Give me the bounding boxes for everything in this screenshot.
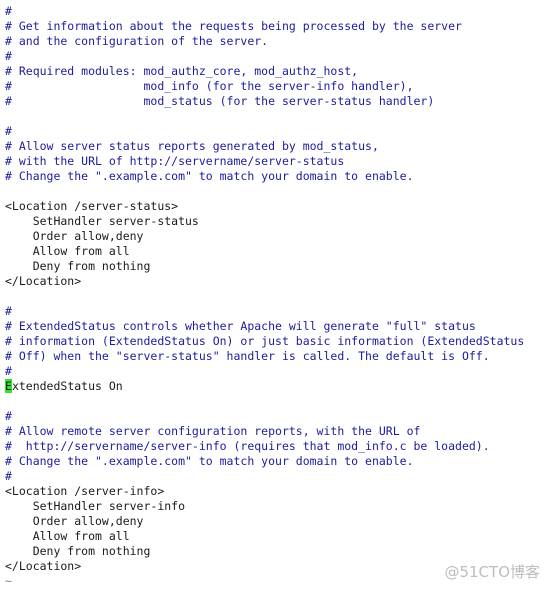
comment-line: # — [5, 409, 12, 423]
comment-line: # and the configuration of the server. — [5, 34, 269, 48]
code-line: Allow from all — [5, 244, 130, 258]
comment-line: # — [5, 49, 12, 63]
comment-line: # Off) when the "server-status" handler … — [5, 349, 490, 363]
code-line: SetHandler server-info — [5, 499, 186, 513]
code-line: Deny from nothing — [5, 259, 151, 273]
comment-line: # — [5, 304, 12, 318]
comment-line: # — [5, 364, 12, 378]
comment-line: # mod_status (for the server-status hand… — [5, 94, 435, 108]
code-line: Order allow,deny — [5, 229, 144, 243]
comment-line: # Allow remote server configuration repo… — [5, 424, 421, 438]
watermark: @51CTO博客 — [444, 563, 540, 581]
line-text: xtendedStatus On — [11, 379, 123, 393]
comment-line: # Required modules: mod_authz_core, mod_… — [5, 64, 359, 78]
comment-line: # — [5, 124, 12, 138]
code-line: Deny from nothing — [5, 544, 151, 558]
text-cursor: E — [5, 379, 12, 393]
comment-line: # — [5, 469, 12, 483]
code-line: ExtendedStatus On — [5, 379, 524, 394]
comment-line: # Allow server status reports generated … — [5, 139, 379, 153]
comment-line: # Change the ".example.com" to match you… — [5, 169, 414, 183]
comment-line: # mod_info (for the server-info handler)… — [5, 79, 414, 93]
code-line: SetHandler server-status — [5, 214, 199, 228]
comment-line: # — [5, 4, 12, 18]
code-line: <Location /server-info> — [5, 484, 165, 498]
code-line: Order allow,deny — [5, 514, 144, 528]
comment-line: # Get information about the requests bei… — [5, 19, 462, 33]
text-editor[interactable]: # # Get information about the requests be… — [5, 4, 524, 589]
code-line: <Location /server-status> — [5, 199, 179, 213]
code-line: Allow from all — [5, 529, 130, 543]
comment-line: # ExtendedStatus controls whether Apache… — [5, 319, 476, 333]
comment-line: # with the URL of http://servername/serv… — [5, 154, 345, 168]
code-line: </Location> — [5, 274, 82, 288]
comment-line: # information (ExtendedStatus On) or jus… — [5, 334, 525, 348]
comment-line: # http://servername/server-info (require… — [5, 439, 490, 453]
comment-line: # Change the ".example.com" to match you… — [5, 454, 414, 468]
